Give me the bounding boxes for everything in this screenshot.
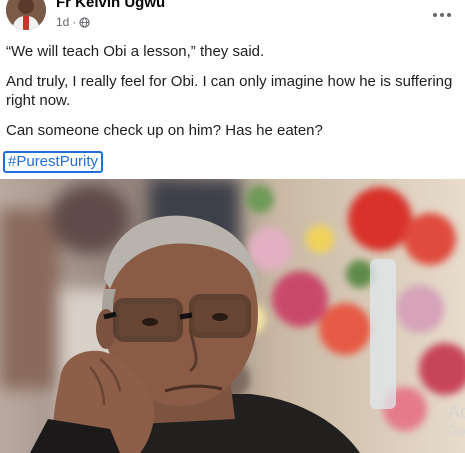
post-paragraph: Can someone check up on him? Has he eate… (6, 122, 323, 139)
avatar-image (6, 0, 46, 30)
post-photo[interactable]: Ac Go (0, 179, 465, 453)
post-paragraph: “We will teach Obi a lesson,” they said. (6, 43, 265, 60)
watermark-line-2: Go (447, 423, 465, 438)
facebook-post: Fr Kelvin Ugwu 1d · “We will teach Obi a… (0, 0, 465, 453)
post-text: “We will teach Obi a lesson,” they said.… (3, 42, 461, 173)
post-header: Fr Kelvin Ugwu 1d · (0, 0, 465, 36)
photo-image (0, 179, 465, 453)
globe-icon (79, 16, 90, 28)
author-name[interactable]: Fr Kelvin Ugwu (56, 0, 165, 11)
post-paragraph: And truly, I really feel for Obi. I can … (6, 73, 453, 109)
more-options-icon[interactable] (429, 7, 455, 23)
watermark-line-1: Ac (447, 402, 465, 422)
post-timestamp[interactable]: 1d (56, 15, 69, 29)
photo-watermark: Ac Go (448, 401, 465, 439)
hashtag-link[interactable]: #PurestPurity (3, 151, 104, 173)
author-avatar[interactable] (6, 0, 46, 30)
post-meta: 1d · (56, 15, 90, 29)
